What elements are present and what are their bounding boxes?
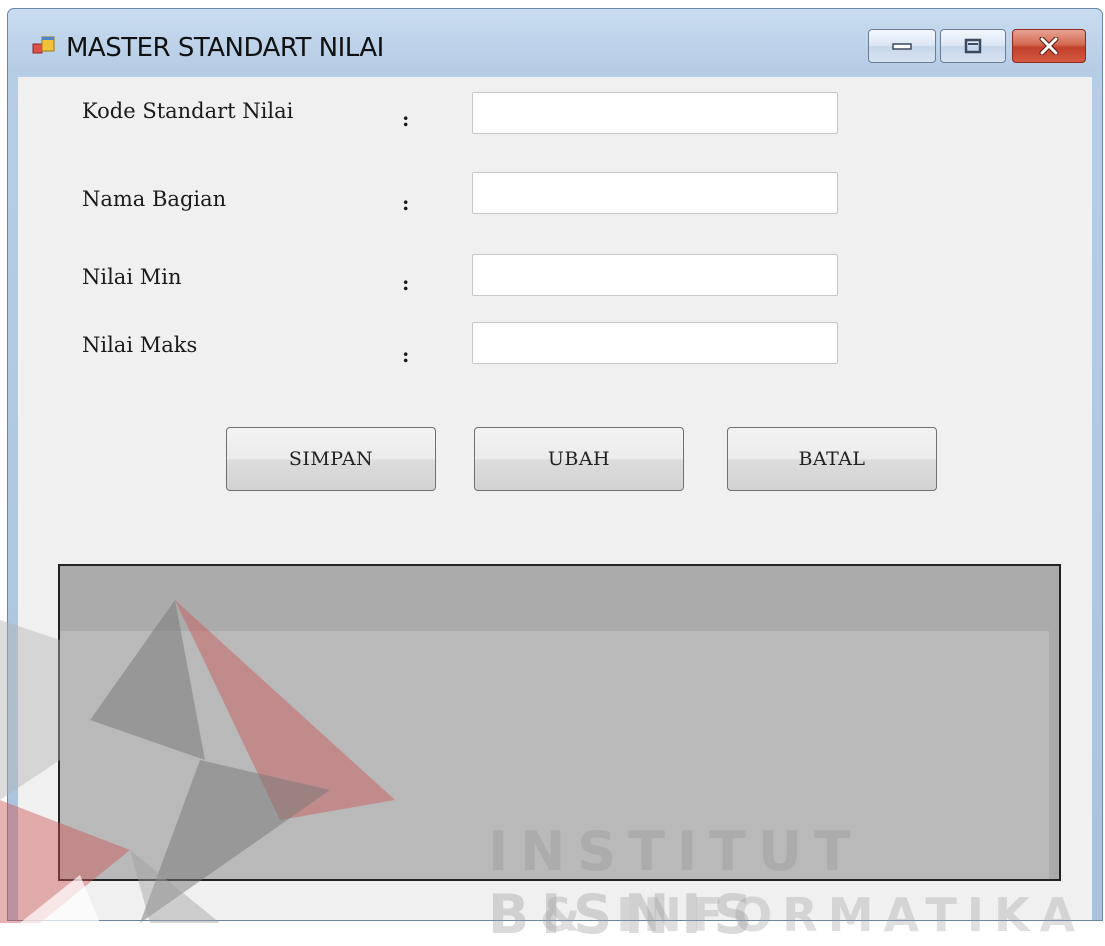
window-app-icon [32, 36, 55, 54]
batal-button[interactable]: BATAL [727, 427, 937, 491]
restore-button[interactable] [940, 29, 1006, 63]
kode-standart-nilai-colon: : [402, 107, 410, 131]
watermark-text-line2: & INFORMATIKA [540, 888, 1086, 942]
app-window: MASTER STANDART NILAI Kode Standart Nila… [7, 8, 1103, 921]
nama-bagian-colon: : [402, 191, 410, 215]
minimize-icon [892, 43, 912, 50]
nilai-min-colon: : [402, 271, 410, 295]
simpan-button[interactable]: SIMPAN [226, 427, 436, 491]
nilai-min-label: Nilai Min [82, 265, 182, 289]
window-title: MASTER STANDART NILAI [66, 33, 384, 63]
ubah-button[interactable]: UBAH [474, 427, 684, 491]
kode-standart-nilai-label: Kode Standart Nilai [82, 99, 294, 123]
form-client-area: Kode Standart Nilai : Nama Bagian : Nila… [18, 77, 1092, 920]
nilai-maks-colon: : [402, 343, 410, 367]
nama-bagian-label: Nama Bagian [82, 187, 227, 211]
nilai-maks-label: Nilai Maks [82, 333, 198, 357]
title-bar[interactable]: MASTER STANDART NILAI [8, 9, 1102, 77]
minimize-button[interactable] [868, 29, 936, 63]
restore-icon [964, 38, 982, 54]
nilai-min-input[interactable] [472, 254, 838, 296]
kode-standart-nilai-input[interactable] [472, 92, 838, 134]
close-icon [1039, 37, 1059, 55]
close-button[interactable] [1012, 29, 1086, 63]
nama-bagian-input[interactable] [472, 172, 838, 214]
nilai-maks-input[interactable] [472, 322, 838, 364]
